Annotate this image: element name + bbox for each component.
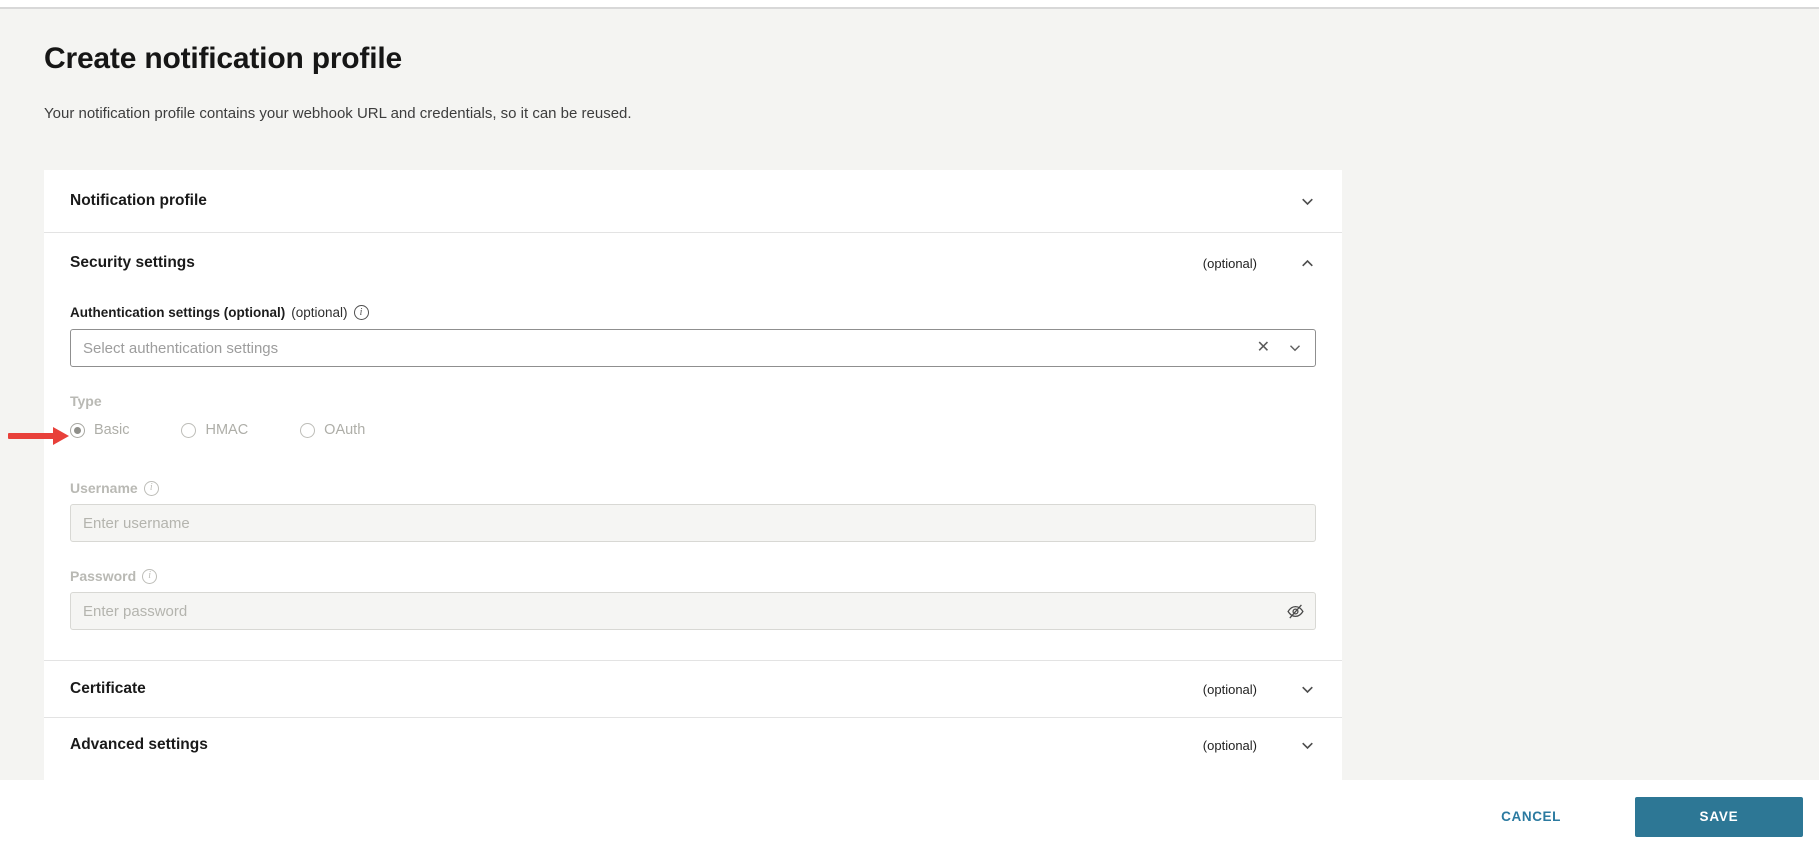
radio-hmac[interactable]: HMAC (181, 422, 248, 438)
password-input[interactable] (70, 592, 1316, 630)
type-label: Type (70, 393, 102, 409)
screen: Create notification profile Your notific… (0, 0, 1819, 853)
select-placeholder: Select authentication settings (83, 339, 279, 357)
security-settings-content: Authentication settings (optional) (opti… (44, 305, 1342, 630)
radio-circle-selected[interactable] (70, 422, 85, 438)
toggle-password-visibility-icon[interactable] (1285, 601, 1305, 621)
page-subtitle: Your notification profile contains your … (44, 105, 632, 122)
password-field-wrap (70, 584, 1316, 630)
section-header-right: (optional) (1203, 681, 1316, 698)
section-title: Advanced settings (70, 736, 208, 753)
chevron-down-icon[interactable] (1286, 340, 1303, 357)
info-icon[interactable]: i (353, 305, 369, 320)
radio-oauth[interactable]: OAuth (300, 422, 365, 438)
section-header-right: (optional) (1203, 255, 1316, 272)
info-icon[interactable]: i (142, 568, 158, 584)
optional-badge: (optional) (1202, 737, 1257, 753)
save-button[interactable]: SAVE (1635, 796, 1803, 837)
section-header-advanced-settings[interactable]: Advanced settings (optional) (44, 717, 1342, 772)
footer-action-bar: CANCEL SAVE (0, 780, 1819, 853)
section-title: Notification profile (70, 192, 207, 209)
clear-selection-icon[interactable]: ✕ (1257, 340, 1270, 356)
username-label-row: Username i (70, 480, 1316, 496)
page-title: Create notification profile (44, 42, 402, 75)
auth-settings-optional: (optional) (291, 305, 348, 320)
auth-settings-label: Authentication settings (optional) (70, 305, 286, 320)
password-label: Password (70, 568, 137, 584)
chevron-down-icon[interactable] (1299, 193, 1316, 210)
optional-badge: (optional) (1202, 255, 1257, 271)
chevron-up-icon[interactable] (1299, 255, 1316, 272)
cancel-button[interactable]: CANCEL (1491, 801, 1571, 832)
section-header-notification-profile[interactable]: Notification profile (44, 170, 1342, 233)
radio-circle[interactable] (300, 422, 316, 438)
radio-circle[interactable] (181, 422, 197, 438)
form-card: Notification profile Security settings (… (44, 170, 1342, 780)
auth-settings-select[interactable]: Select authentication settings ✕ (70, 329, 1316, 367)
section-header-right: (optional) (1203, 737, 1316, 754)
username-input[interactable] (70, 504, 1316, 542)
section-header-security-settings[interactable]: Security settings (optional) (44, 233, 1342, 293)
radio-basic[interactable]: Basic (70, 422, 129, 438)
radio-label: Basic (94, 422, 130, 438)
radio-label: HMAC (205, 422, 249, 438)
chevron-down-icon[interactable] (1299, 737, 1316, 754)
section-title: Security settings (70, 254, 195, 271)
username-label: Username (70, 480, 138, 496)
info-icon[interactable]: i (143, 480, 159, 496)
section-header-certificate[interactable]: Certificate (optional) (44, 660, 1342, 717)
top-border-bar (0, 0, 1819, 9)
radio-label: OAuth (324, 422, 366, 438)
optional-badge: (optional) (1202, 681, 1257, 697)
auth-settings-label-row: Authentication settings (optional) (opti… (70, 305, 1316, 320)
auth-type-radio-group: Basic HMAC OAuth (70, 422, 1316, 438)
chevron-down-icon[interactable] (1299, 681, 1316, 698)
password-label-row: Password i (70, 568, 1316, 584)
section-title: Certificate (70, 680, 146, 697)
